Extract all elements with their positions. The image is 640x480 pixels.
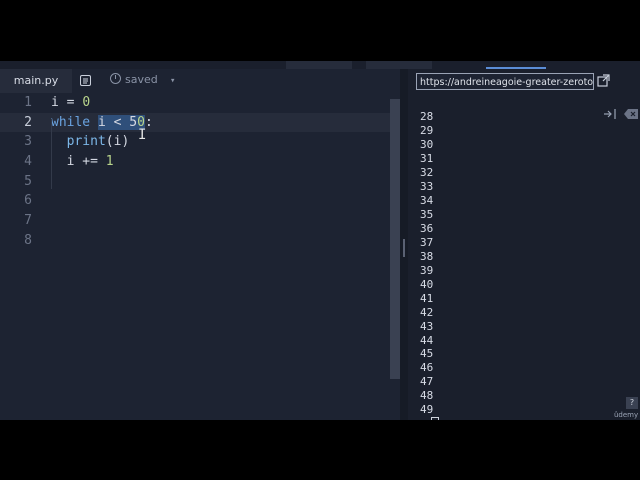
code-text: i += 1 — [51, 152, 114, 172]
code-line[interactable]: 4 i += 1 — [0, 152, 400, 172]
input-cursor — [430, 417, 439, 420]
output-line: 30 — [420, 137, 434, 151]
output-line: 31 — [420, 151, 434, 165]
line-number: 1 — [24, 95, 32, 110]
top-strip — [0, 61, 640, 69]
output-line: 37 — [420, 235, 434, 249]
output-line: 44 — [420, 333, 434, 347]
save-status-label: saved — [125, 73, 158, 86]
top-tab-1[interactable] — [286, 61, 352, 69]
code-token: 1 — [105, 154, 114, 170]
output-line: 34 — [420, 193, 434, 207]
code-text: print(i) — [51, 132, 130, 152]
console-toolbar — [408, 105, 640, 123]
output-line: 43 — [420, 319, 434, 333]
output-line: 28 — [420, 110, 434, 123]
output-line: 42 — [420, 305, 434, 319]
help-button[interactable]: ? — [626, 397, 638, 409]
line-number: 6 — [24, 193, 32, 209]
code-token: (i) — [105, 134, 130, 150]
code-line[interactable]: 2 while i < 50: — [0, 112, 400, 133]
output-line: 46 — [420, 361, 434, 375]
output-line: 29 — [420, 123, 434, 137]
prompt-symbol: > — [420, 417, 427, 421]
top-tab-2[interactable] — [366, 61, 432, 69]
output-line: 38 — [420, 249, 434, 263]
output-line: 41 — [420, 291, 434, 305]
editor-tabbar: main.py saved ▾ — [0, 69, 400, 93]
brand-watermark: ûdemy — [614, 411, 639, 419]
code-line[interactable]: 8 — [0, 231, 400, 251]
code-editor[interactable]: main.py saved ▾ 1i = 0 2 while i < 50: 3 pr… — [0, 69, 400, 420]
console-prompt[interactable]: > — [420, 417, 439, 420]
code-line[interactable]: 6 — [0, 191, 400, 211]
output-line: 32 — [420, 165, 434, 179]
chevron-down-icon[interactable]: ▾ — [170, 76, 175, 86]
code-token: while — [51, 114, 91, 130]
output-line: 45 — [420, 347, 434, 361]
line-number: 3 — [24, 134, 32, 150]
text-cursor-icon: I — [138, 127, 147, 143]
code-line[interactable]: 1 i = 0 — [0, 93, 400, 113]
output-line: 35 — [420, 207, 434, 221]
save-status: saved — [110, 69, 158, 93]
open-in-new-tab-icon[interactable] — [597, 74, 610, 87]
line-number: 4 — [24, 154, 32, 170]
code-token: i < 5 — [97, 114, 138, 130]
indent-guide — [51, 119, 52, 189]
code-token: print — [66, 134, 106, 150]
console-pane: https://andreineagoie-greater-zerotomast… — [408, 69, 640, 420]
code-lines[interactable]: 1i = 0 2 while i < 50: 3 print(i) 4 i += 156… — [0, 93, 400, 251]
run-icon[interactable] — [603, 108, 617, 120]
line-number: 7 — [24, 213, 32, 229]
file-tab-main[interactable]: main.py — [0, 69, 72, 93]
output-line: 33 — [420, 179, 434, 193]
output-line: 39 — [420, 263, 434, 277]
code-token: i += — [51, 154, 106, 170]
line-number: 8 — [24, 232, 32, 248]
code-line[interactable]: 7 — [0, 211, 400, 231]
output-line: 40 — [420, 277, 434, 291]
repl-app: main.py saved ▾ 1i = 0 2 while i < 50: 3 pr… — [0, 61, 640, 420]
line-number: 2 — [24, 114, 32, 130]
code-text: i = 0 — [51, 93, 90, 113]
clear-console-icon[interactable] — [624, 109, 638, 119]
code-line[interactable]: 3 print(i) — [0, 132, 400, 152]
output-line: 36 — [420, 221, 434, 235]
output-line: 49 — [420, 403, 434, 417]
preview-url-field[interactable]: https://andreineagoie-greater-zerotomast… — [416, 73, 594, 90]
format-icon[interactable] — [80, 75, 91, 86]
code-token: 0 — [82, 95, 91, 110]
line-number: 5 — [24, 173, 32, 189]
output-line: 48 — [420, 389, 434, 403]
divider-grip[interactable] — [403, 239, 405, 257]
console-output: 28 29 30 31 32 33 34 35 36 37 38 39 40 41 42 43 44 45 46 47… — [420, 110, 433, 417]
clock-icon — [110, 73, 121, 84]
code-line[interactable]: 5 — [0, 172, 400, 192]
pane-divider[interactable] — [400, 69, 408, 420]
code-token: i = — [51, 95, 83, 110]
output-line: 47 — [420, 375, 434, 389]
editor-scrollbar[interactable] — [390, 99, 400, 379]
